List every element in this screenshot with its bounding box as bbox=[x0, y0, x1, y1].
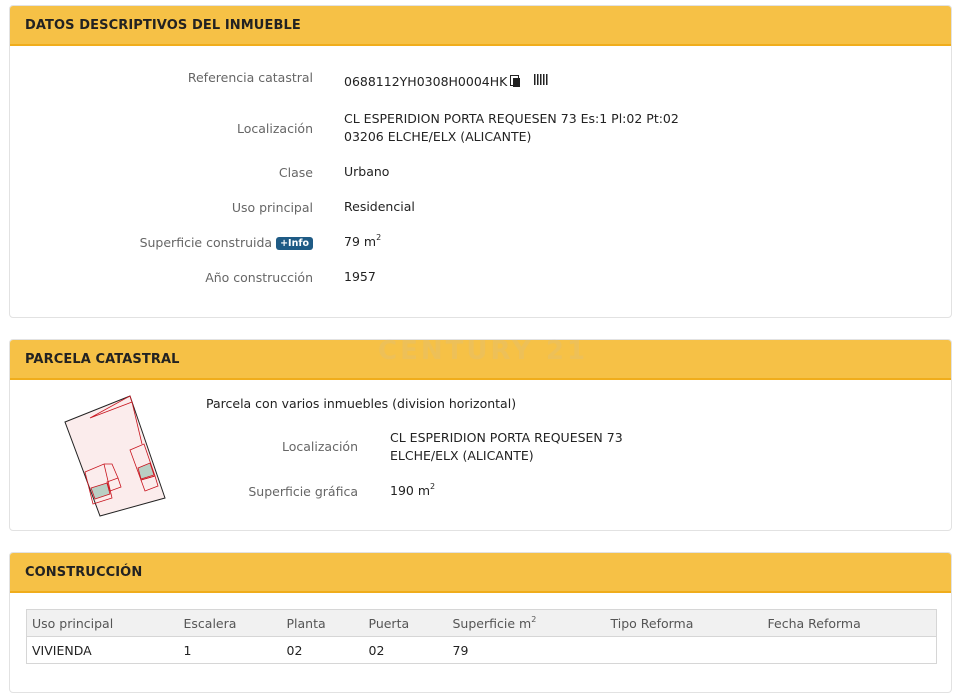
superficie-construida-text: Superficie construida bbox=[139, 235, 273, 250]
column-superficie: Superficie m2 bbox=[447, 609, 606, 637]
century21-watermark: CENTURY 21 bbox=[378, 336, 589, 366]
cell-tipo-reforma bbox=[606, 637, 763, 664]
superficie-construida-label: Superficie construida +Info bbox=[140, 235, 313, 250]
construccion-title: CONSTRUCCIÓN bbox=[10, 553, 951, 593]
parcel-map-image bbox=[64, 395, 166, 517]
datos-descriptivos-title: DATOS DESCRIPTIVOS DEL INMUEBLE bbox=[10, 6, 951, 46]
clase-label: Clase bbox=[278, 165, 313, 180]
referencia-catastral-label: Referencia catastral bbox=[187, 70, 313, 85]
localizacion-value: CL ESPERIDION PORTA REQUESEN 73 Es:1 Pl:… bbox=[344, 110, 679, 146]
localizacion-label: Localización bbox=[236, 121, 313, 136]
uso-principal-value: Residencial bbox=[344, 199, 415, 214]
cell-escalera: 1 bbox=[183, 642, 192, 658]
localizacion-line2: 03206 ELCHE/ELX (ALICANTE) bbox=[344, 129, 532, 144]
column-uso-principal: Uso principal bbox=[26, 609, 179, 637]
barcode-icon[interactable] bbox=[534, 74, 548, 85]
column-puerta: Puerta bbox=[363, 609, 448, 637]
parcela-localizacion-label: Localización bbox=[281, 439, 358, 454]
cell-uso-principal: VIVIENDA bbox=[32, 642, 92, 658]
localizacion-line1: CL ESPERIDION PORTA REQUESEN 73 Es:1 Pl:… bbox=[344, 111, 679, 126]
referencia-catastral-text[interactable]: 0688112YH0308H0004HK bbox=[344, 74, 507, 89]
parcela-catastral-panel: PARCELA CATASTRAL Parcela con varios inm… bbox=[9, 339, 952, 531]
ano-construccion-label: Año construcción bbox=[205, 270, 313, 285]
column-superficie-sup: 2 bbox=[531, 614, 537, 624]
column-fecha-reforma: Fecha Reforma bbox=[762, 609, 937, 637]
cell-planta: 02 bbox=[286, 642, 303, 658]
superficie-grafica-label: Superficie gráfica bbox=[248, 484, 358, 499]
parcela-localizacion-value: CL ESPERIDION PORTA REQUESEN 73 ELCHE/EL… bbox=[390, 429, 623, 465]
column-superficie-text: Superficie m bbox=[452, 615, 532, 631]
uso-principal-label: Uso principal bbox=[231, 200, 313, 215]
clase-value: Urbano bbox=[344, 164, 390, 179]
info-badge[interactable]: +Info bbox=[276, 237, 313, 250]
superficie-grafica-sup: 2 bbox=[430, 482, 436, 491]
datos-descriptivos-panel: DATOS DESCRIPTIVOS DEL INMUEBLE Referenc… bbox=[9, 5, 952, 318]
superficie-grafica-value: 190 m2 bbox=[390, 482, 435, 500]
superficie-unit-sup: 2 bbox=[376, 233, 382, 242]
column-escalera: Escalera bbox=[178, 609, 282, 637]
parcela-localizacion-line2: ELCHE/ELX (ALICANTE) bbox=[390, 448, 534, 463]
table-row: VIVIENDA 1 02 02 79 bbox=[27, 637, 937, 664]
construccion-panel: CONSTRUCCIÓN Uso principal Escalera Plan… bbox=[9, 552, 952, 693]
table-header-row: Uso principal Escalera Planta Puerta Sup… bbox=[26, 609, 937, 637]
copy-icon[interactable] bbox=[509, 75, 521, 87]
cell-fecha-reforma bbox=[763, 637, 937, 664]
superficie-construida-value: 79 m2 bbox=[344, 233, 381, 251]
superficie-construida-number: 79 m bbox=[344, 234, 377, 249]
cell-superficie: 79 bbox=[452, 642, 469, 658]
construccion-table: Uso principal Escalera Planta Puerta Sup… bbox=[26, 609, 937, 664]
parcela-description: Parcela con varios inmuebles (division h… bbox=[206, 396, 517, 411]
superficie-grafica-number: 190 m bbox=[390, 483, 431, 498]
column-tipo-reforma: Tipo Reforma bbox=[605, 609, 763, 637]
referencia-catastral-value: 0688112YH0308H0004HK bbox=[344, 73, 521, 91]
column-planta: Planta bbox=[281, 609, 364, 637]
cell-puerta: 02 bbox=[368, 642, 385, 658]
parcela-localizacion-line1: CL ESPERIDION PORTA REQUESEN 73 bbox=[390, 430, 623, 445]
ano-construccion-value: 1957 bbox=[344, 269, 376, 284]
